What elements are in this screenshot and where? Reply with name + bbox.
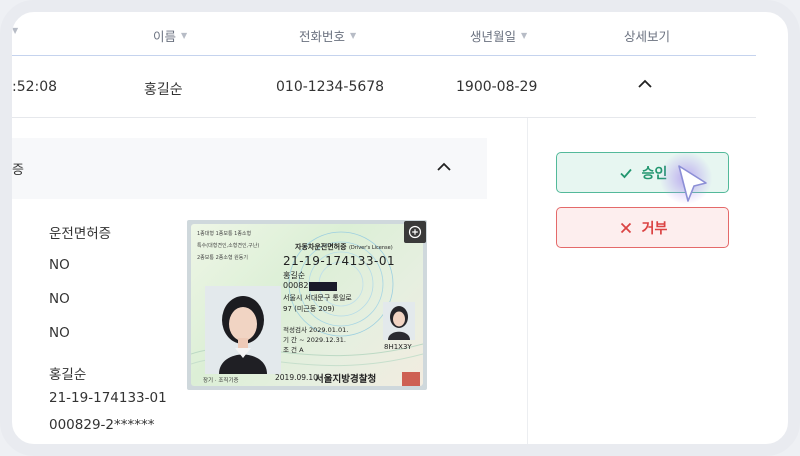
field-value: NO: [49, 325, 70, 341]
license-card-serial: 8H1X3Y: [384, 343, 412, 351]
cell-birth: 1900-08-29: [456, 79, 538, 95]
license-type-label: 운전면허증: [49, 226, 112, 242]
table-header: ▼ 이름 ▼ 전화번호 ▼ 생년월일 ▼ 상세보기: [12, 12, 756, 56]
license-class-line-3: 2종보통 2종소형 원동기: [197, 255, 248, 261]
reject-button[interactable]: 거부: [556, 207, 729, 248]
column-header-detail: 상세보기: [624, 26, 670, 45]
close-icon: [620, 222, 631, 233]
chevron-up-icon: [638, 79, 652, 88]
column-header-name[interactable]: 이름 ▼: [153, 26, 187, 45]
condition-value: A: [299, 346, 304, 354]
license-card-issue-date: 2019.09.10.: [275, 373, 321, 382]
license-class-line-1: 1종대형 1종보통 1종소형: [197, 231, 252, 237]
column-header-label: 상세보기: [624, 29, 671, 44]
condition-label: 조 건: [283, 346, 298, 354]
donor-label: 장기 · 조직기증: [203, 378, 239, 384]
license-card-issuer: 서울지방경찰청: [315, 374, 377, 385]
license-card-title-ko: 자동차운전면허증: [295, 243, 347, 251]
zoom-in-icon: [408, 225, 422, 239]
column-header-birth[interactable]: 생년월일 ▼: [470, 26, 527, 45]
field-value: NO: [49, 291, 70, 307]
license-card-renewal: 적성검사 2029.01.01.: [283, 324, 348, 334]
column-header-phone[interactable]: 전화번호 ▼: [299, 26, 356, 45]
reject-label: 거부: [641, 220, 668, 237]
resident-number: 000829-2******: [49, 417, 155, 433]
table-row[interactable]: :52:08 홍길순 010-1234-5678 1900-08-29: [12, 57, 756, 118]
license-card-title: 자동차운전면허증 (Driver's License): [295, 242, 393, 252]
section-title: 증: [12, 163, 24, 178]
field-value: NO: [49, 257, 70, 273]
app-frame: ▼ 이름 ▼ 전화번호 ▼ 생년월일 ▼ 상세보기 :52:08 홍길순 010…: [0, 0, 800, 456]
license-card-name: 홍길순: [283, 271, 306, 280]
cell-phone: 010-1234-5678: [276, 79, 385, 95]
column-header-time[interactable]: ▼: [12, 26, 18, 35]
column-header-label: 생년월일: [470, 29, 517, 44]
cursor-icon: [678, 165, 707, 202]
license-card-condition: 조 건 A: [283, 344, 304, 354]
panel-divider: [527, 118, 528, 444]
license-card-number: 21-19-174133-01: [283, 254, 396, 268]
license-card-image[interactable]: 1종대형 1종보통 1종소형 특수(대형견인,소형견인,구난) 2종보통 2종소…: [187, 220, 427, 390]
collapse-row-button[interactable]: [636, 75, 654, 97]
column-header-label: 전화번호: [299, 29, 346, 44]
chevron-up-icon: [437, 162, 451, 171]
license-card-title-en: (Driver's License): [348, 245, 393, 251]
license-card-address-1: 서울시 서대문구 통일로: [283, 294, 352, 302]
sort-icon[interactable]: ▼: [181, 31, 187, 40]
sort-icon[interactable]: ▼: [350, 31, 356, 40]
holder-name: 홍길순: [49, 367, 87, 383]
license-card-face: 1종대형 1종보통 1종소형 특수(대형견인,소형견인,구난) 2종보통 2종소…: [191, 224, 423, 386]
collapse-section-button[interactable]: [435, 158, 453, 180]
license-class-line-2: 특수(대형견인,소형견인,구난): [197, 243, 260, 249]
cell-time: :52:08: [12, 79, 58, 95]
license-number: 21-19-174133-01: [49, 390, 167, 406]
check-icon: [619, 168, 632, 178]
holder-ghost-photo: [383, 302, 415, 340]
license-card-period: 기 간 ~ 2029.12.31.: [283, 334, 346, 344]
sort-icon[interactable]: ▼: [12, 26, 18, 35]
cell-name: 홍길순: [144, 82, 183, 98]
zoom-in-button[interactable]: [404, 221, 426, 243]
masked-digits: [309, 282, 337, 291]
period-label: 기 간: [283, 336, 298, 344]
content-area: ▼ 이름 ▼ 전화번호 ▼ 생년월일 ▼ 상세보기 :52:08 홍길순 010…: [12, 12, 788, 444]
column-header-label: 이름: [153, 29, 177, 44]
sort-icon[interactable]: ▼: [521, 31, 527, 40]
renewal-label: 적성검사: [283, 326, 307, 334]
license-card-address-2: 97 (미근동 209): [283, 305, 335, 313]
issuer-seal: [402, 372, 420, 386]
period-value: ~ 2029.12.31.: [299, 336, 346, 344]
holder-photo: [205, 286, 281, 374]
renewal-date: 2029.01.01.: [309, 326, 349, 334]
section-header[interactable]: 증: [12, 138, 487, 199]
